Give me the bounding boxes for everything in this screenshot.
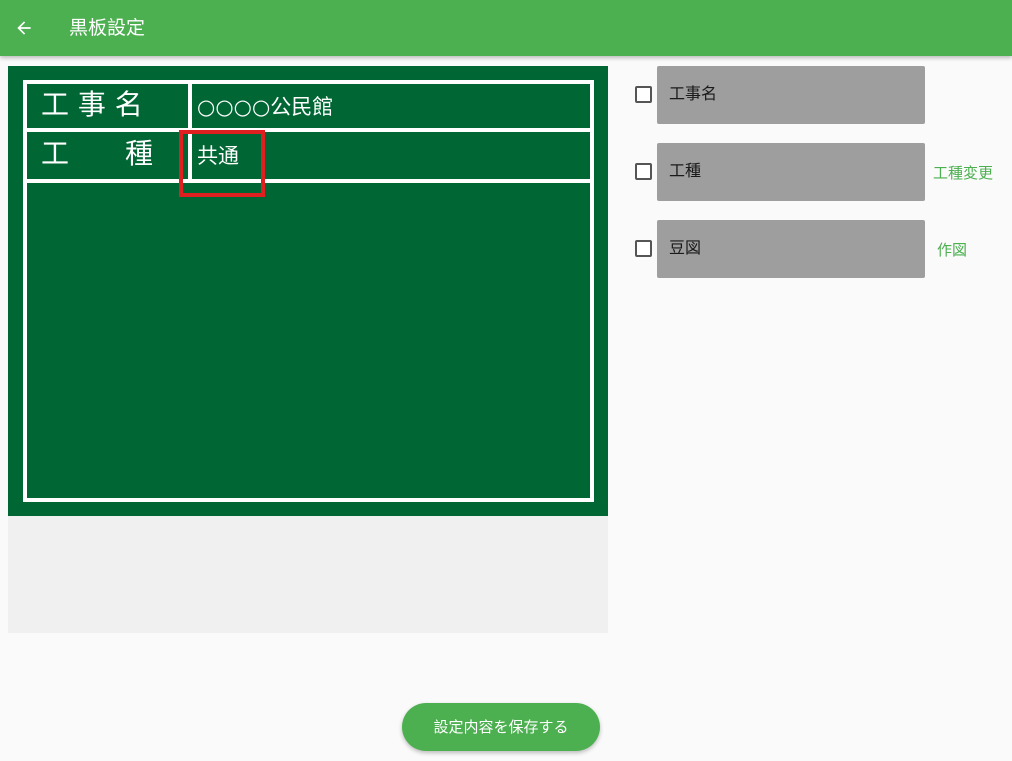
selection-highlight bbox=[179, 130, 265, 197]
option-row-work-type: 工種 工種変更 bbox=[632, 143, 1012, 201]
blackboard: 工 事 名 ○○○○公民館 工 種 共通 bbox=[8, 66, 608, 516]
back-button[interactable] bbox=[10, 14, 38, 42]
option-row-project-name: 工事名 bbox=[632, 66, 1012, 124]
field-label: 工種 bbox=[669, 161, 702, 180]
board-label-project-name: 工 事 名 bbox=[41, 88, 143, 121]
page-title: 黒板設定 bbox=[69, 17, 146, 39]
arrow-back-icon bbox=[17, 21, 31, 35]
blackboard-frame: 工 事 名 ○○○○公民館 工 種 共通 bbox=[23, 80, 594, 502]
change-work-type-link[interactable]: 工種変更 bbox=[933, 163, 993, 183]
draw-sketch-link[interactable]: 作図 bbox=[937, 240, 967, 260]
sketch-field[interactable]: 豆図 bbox=[657, 220, 925, 278]
app-bar: 黒板設定 bbox=[0, 0, 1012, 56]
work-type-field[interactable]: 工種 bbox=[657, 143, 925, 201]
board-row-divider bbox=[27, 128, 590, 132]
option-row-sketch: 豆図 作図 bbox=[632, 220, 1012, 278]
project-name-field[interactable]: 工事名 bbox=[657, 66, 925, 124]
project-name-checkbox[interactable] bbox=[635, 86, 652, 103]
field-label: 工事名 bbox=[669, 84, 718, 103]
board-column-divider bbox=[188, 84, 192, 128]
field-label: 豆図 bbox=[669, 238, 702, 257]
board-row-divider bbox=[27, 179, 590, 183]
save-settings-button[interactable]: 設定内容を保存する bbox=[402, 703, 600, 751]
board-label-work-type: 工 種 bbox=[41, 137, 154, 170]
sketch-checkbox[interactable] bbox=[635, 240, 652, 257]
board-value-project-name: ○○○○公民館 bbox=[197, 95, 334, 119]
blackboard-preview: 工 事 名 ○○○○公民館 工 種 共通 bbox=[8, 66, 608, 633]
work-type-checkbox[interactable] bbox=[635, 163, 652, 180]
